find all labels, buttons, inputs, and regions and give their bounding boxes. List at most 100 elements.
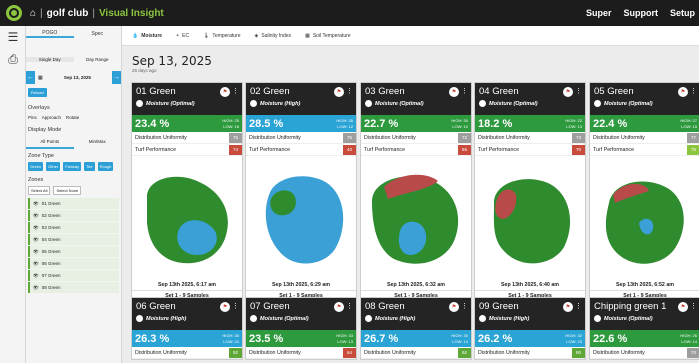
zone-type-green[interactable]: Green <box>28 162 44 171</box>
flag-pin-icon[interactable]: ⚑ <box>220 302 230 312</box>
flag-pin-icon[interactable]: ⚑ <box>563 87 573 97</box>
logo-icon[interactable] <box>6 5 22 21</box>
zone-type-rough[interactable]: Rough <box>97 162 114 171</box>
high-low: HIGH: 22 LOW: 13 <box>565 117 582 129</box>
flag-pin-icon[interactable]: ⚑ <box>449 302 459 312</box>
reload-button[interactable]: Reload <box>28 88 47 97</box>
kebab-menu-icon[interactable]: ⋮ <box>232 87 239 95</box>
print-icon[interactable]: ⎙ <box>0 48 26 70</box>
green-moisture-map[interactable] <box>132 156 242 280</box>
tab-temperature[interactable]: 🌡 Temperature <box>203 33 240 39</box>
calendar-icon[interactable]: ▦ <box>38 75 43 81</box>
droplet-icon <box>250 315 257 322</box>
du-badge: 77 <box>687 132 699 143</box>
green-card[interactable]: Chipping green 1 Moisture (Optimal) ⚑ ⋮ 22.6… <box>589 297 699 360</box>
du-badge: 92 <box>229 347 242 358</box>
card-header: Chipping green 1 Moisture (Optimal) ⚑ ⋮ <box>590 298 699 330</box>
home-icon[interactable]: ⌂ <box>30 8 36 19</box>
zone-type-other[interactable]: Other <box>46 162 61 171</box>
select-none-button[interactable]: Select None <box>53 186 82 195</box>
zone-item[interactable]: 👁 03 Green <box>28 222 119 233</box>
nav-support[interactable]: Support <box>623 8 658 18</box>
select-all-button[interactable]: Select All <box>28 186 51 195</box>
kebab-menu-icon[interactable]: ⋮ <box>575 302 582 310</box>
green-moisture-map[interactable] <box>590 156 699 280</box>
flag-pin-icon[interactable]: ⚑ <box>449 87 459 97</box>
green-card[interactable]: 09 Green Moisture (High) ⚑ ⋮ 26.2 % HIGH: 32 L… <box>474 297 586 360</box>
rotate-toggle[interactable]: Rotate <box>66 115 79 120</box>
tab-spec[interactable]: Spec <box>74 31 122 37</box>
zone-type-tee[interactable]: Tee <box>84 162 95 171</box>
kebab-menu-icon[interactable]: ⋮ <box>690 302 697 310</box>
droplet-icon <box>479 100 486 107</box>
menu-icon[interactable]: ☰ <box>0 26 26 48</box>
green-card[interactable]: 01 Green Moisture (Optimal) ⚑ ⋮ 23.4 % HIGH: … <box>131 82 243 302</box>
minmax-mode[interactable]: Min/Max <box>74 136 122 149</box>
tab-moisture[interactable]: 💧 Moisture <box>132 33 162 39</box>
pins-toggle[interactable]: Pins <box>28 115 37 120</box>
eye-icon[interactable]: 👁 <box>33 201 39 207</box>
zone-item[interactable]: 👁 05 Green <box>28 246 119 257</box>
flag-pin-icon[interactable]: ⚑ <box>334 87 344 97</box>
nav-setup[interactable]: Setup <box>670 8 695 18</box>
eye-icon[interactable]: 👁 <box>33 225 39 231</box>
green-card[interactable]: 06 Green Moisture (High) ⚑ ⋮ 26.3 % HIGH: 30 L… <box>131 297 243 360</box>
flag-pin-icon[interactable]: ⚑ <box>678 87 688 97</box>
kebab-menu-icon[interactable]: ⋮ <box>461 87 468 95</box>
day-range-option[interactable]: Day Range <box>74 57 122 62</box>
moisture-value: 26.2 % <box>478 332 513 345</box>
kebab-menu-icon[interactable]: ⋮ <box>461 302 468 310</box>
eye-icon[interactable]: 👁 <box>33 273 39 279</box>
green-moisture-map[interactable] <box>361 156 471 280</box>
kebab-menu-icon[interactable]: ⋮ <box>690 87 697 95</box>
kebab-menu-icon[interactable]: ⋮ <box>346 87 353 95</box>
green-card[interactable]: 05 Green Moisture (Optimal) ⚑ ⋮ 22.4 % HIGH: … <box>589 82 699 302</box>
tab-ec[interactable]: ◓ EC <box>176 33 189 39</box>
approach-toggle[interactable]: Approach <box>42 115 61 120</box>
prev-date-button[interactable]: ← <box>26 71 35 84</box>
flag-pin-icon[interactable]: ⚑ <box>334 302 344 312</box>
moisture-status: Moisture (Optimal) <box>479 100 581 107</box>
moisture-value-bar: 22.6 % HIGH: 26 LOW: 14 <box>590 330 699 347</box>
zone-label: 02 Green <box>41 213 61 218</box>
kebab-menu-icon[interactable]: ⋮ <box>575 87 582 95</box>
green-card[interactable]: 03 Green Moisture (Optimal) ⚑ ⋮ 22.7 % HIGH: … <box>360 82 472 302</box>
date-picker[interactable]: Sep 13, 2025 <box>46 75 109 80</box>
tab-salinity-index[interactable]: ◈ Salinity Index <box>255 33 292 39</box>
eye-icon[interactable]: 👁 <box>33 237 39 243</box>
eye-icon[interactable]: 👁 <box>33 249 39 255</box>
moisture-status: Moisture (Optimal) <box>594 315 696 322</box>
flag-pin-icon[interactable]: ⚑ <box>563 302 573 312</box>
flag-pin-icon[interactable]: ⚑ <box>220 87 230 97</box>
zone-item[interactable]: 👁 02 Green <box>28 210 119 221</box>
zone-item[interactable]: 👁 04 Green <box>28 234 119 245</box>
green-card[interactable]: 02 Green Moisture (High) ⚑ ⋮ 28.5 % HIGH: 35 L… <box>245 82 357 302</box>
main-content: 💧 Moisture ◓ EC 🌡 Temperature ◈ Salinity Ind… <box>122 26 699 363</box>
green-moisture-map[interactable] <box>246 156 356 280</box>
nav-super[interactable]: Super <box>586 8 612 18</box>
flag-pin-icon[interactable]: ⚑ <box>678 302 688 312</box>
single-day-option[interactable]: Single Day <box>26 56 74 62</box>
tab-pogo[interactable]: POGO <box>26 30 74 38</box>
zone-item[interactable]: 👁 08 Green <box>28 282 119 293</box>
sample-datetime: Sep 13th 2025, 6:29 am <box>271 282 330 288</box>
club-name[interactable]: golf club <box>47 8 89 19</box>
zone-item[interactable]: 👁 01 Green <box>28 198 119 209</box>
eye-icon[interactable]: 👁 <box>33 285 39 291</box>
kebab-menu-icon[interactable]: ⋮ <box>346 302 353 310</box>
green-card[interactable]: 08 Green Moisture (High) ⚑ ⋮ 26.7 % HIGH: 30 L… <box>360 297 472 360</box>
all-points-mode[interactable]: All Points <box>26 136 74 149</box>
kebab-menu-icon[interactable]: ⋮ <box>232 302 239 310</box>
tab-soil-temperature[interactable]: ▦ Soil Temperature <box>305 33 350 39</box>
next-date-button[interactable]: → <box>112 71 121 84</box>
green-moisture-map[interactable] <box>475 156 585 280</box>
zone-item[interactable]: 👁 06 Green <box>28 258 119 269</box>
eye-icon[interactable]: 👁 <box>33 213 39 219</box>
eye-icon[interactable]: 👁 <box>33 261 39 267</box>
zone-type-fairway[interactable]: Fairway <box>63 162 82 171</box>
green-card[interactable]: 04 Green Moisture (Optimal) ⚑ ⋮ 18.2 % HIGH: … <box>474 82 586 302</box>
du-badge: 90 <box>572 347 585 358</box>
droplet-icon <box>365 100 372 107</box>
green-card[interactable]: 07 Green Moisture (Optimal) ⚑ ⋮ 23.5 % HIGH: … <box>245 297 357 360</box>
zone-item[interactable]: 👁 07 Green <box>28 270 119 281</box>
